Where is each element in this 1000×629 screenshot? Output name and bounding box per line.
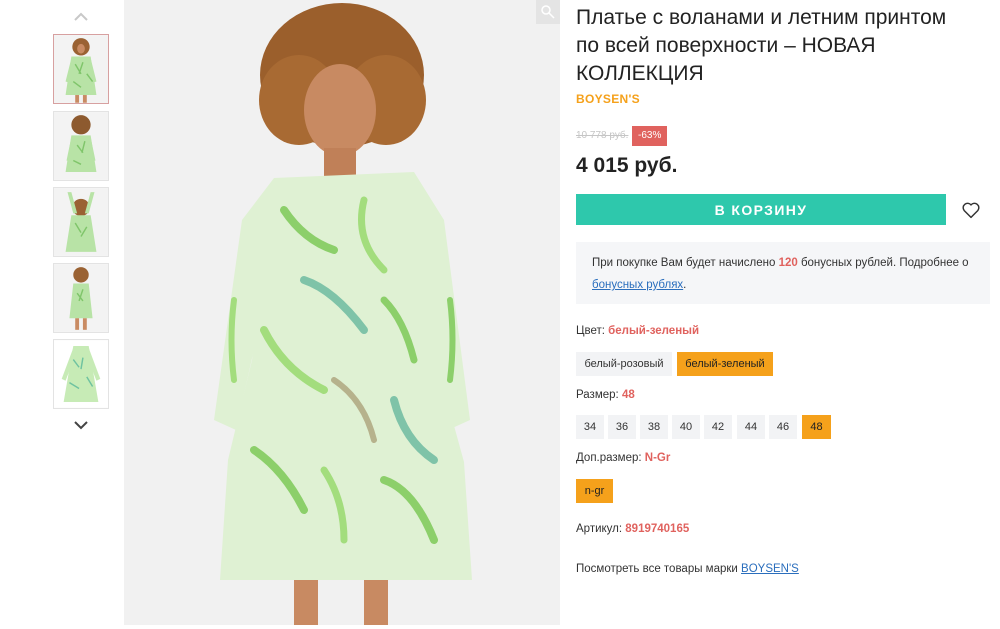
dress-side-image bbox=[54, 264, 108, 332]
heart-icon bbox=[962, 202, 980, 219]
size-option-36[interactable]: 36 bbox=[608, 415, 636, 439]
gallery-up-button[interactable] bbox=[50, 6, 112, 28]
article-value: 8919740165 bbox=[625, 523, 690, 535]
gallery-down-button[interactable] bbox=[50, 414, 112, 436]
extra-size-label: Доп.размер: bbox=[576, 452, 642, 464]
size-option-38[interactable]: 38 bbox=[640, 415, 668, 439]
size-option-46[interactable]: 46 bbox=[769, 415, 797, 439]
main-product-photo[interactable] bbox=[124, 0, 560, 625]
see-all-brand-link[interactable]: BOYSEN'S bbox=[741, 563, 799, 575]
dress-arms-up-image bbox=[54, 188, 108, 256]
dress-back-image bbox=[54, 112, 108, 180]
color-option-white-green[interactable]: белый-зеленый bbox=[677, 352, 773, 376]
size-label-row: Размер: 48 bbox=[576, 389, 635, 401]
extra-size-label-row: Доп.размер: N-Gr bbox=[576, 452, 670, 464]
thumbnail-arms-up[interactable] bbox=[53, 187, 109, 257]
color-label-row: Цвет: белый-зеленый bbox=[576, 325, 699, 337]
magnifier-icon bbox=[536, 0, 560, 24]
bonus-end: . bbox=[683, 279, 687, 291]
thumbnail-flat[interactable] bbox=[53, 339, 109, 409]
article-label: Артикул: bbox=[576, 523, 623, 535]
brand-name[interactable]: BOYSEN'S bbox=[576, 92, 640, 106]
thumbnail-gallery bbox=[50, 0, 112, 629]
old-price: 10 778 руб. bbox=[576, 130, 629, 141]
thumbnail-front[interactable] bbox=[53, 34, 109, 104]
chevron-down-icon bbox=[74, 421, 88, 430]
size-label: Размер: bbox=[576, 389, 619, 401]
bonus-text-after: бонусных рублей. Подробнее о bbox=[797, 257, 969, 269]
size-option-44[interactable]: 44 bbox=[737, 415, 765, 439]
bonus-info: При покупке Вам будет начислено 120 бону… bbox=[576, 242, 990, 304]
bonus-amount: 120 bbox=[778, 257, 798, 269]
dress-front-image bbox=[54, 35, 108, 103]
extra-size-option-n-gr[interactable]: n-gr bbox=[576, 479, 613, 503]
favorite-button[interactable] bbox=[960, 199, 982, 221]
thumbnail-side[interactable] bbox=[53, 263, 109, 333]
dress-flat-image bbox=[54, 340, 108, 408]
product-title: Платье с воланами и летним принтом по вс… bbox=[576, 6, 947, 85]
see-all-brand-row: Посмотреть все товары марки BOYSEN'S bbox=[576, 563, 799, 575]
chevron-up-icon bbox=[74, 12, 88, 21]
size-option-42[interactable]: 42 bbox=[704, 415, 732, 439]
add-to-cart-button[interactable]: В КОРЗИНУ bbox=[576, 194, 946, 225]
size-option-40[interactable]: 40 bbox=[672, 415, 700, 439]
size-option-34[interactable]: 34 bbox=[576, 415, 604, 439]
thumbnail-back[interactable] bbox=[53, 111, 109, 181]
extra-size-value: N-Gr bbox=[644, 452, 671, 464]
color-option-white-pink[interactable]: белый-розовый bbox=[576, 352, 672, 376]
color-label: Цвет: bbox=[576, 325, 605, 337]
see-all-text: Посмотреть все товары марки bbox=[576, 563, 742, 575]
bonus-link[interactable]: бонусных рублях bbox=[592, 279, 683, 291]
bonus-text-before: При покупке Вам будет начислено bbox=[592, 257, 779, 269]
dress-model-image bbox=[124, 0, 560, 625]
current-price: 4 015 руб. bbox=[576, 154, 678, 177]
article-row: Артикул: 8919740165 bbox=[576, 523, 689, 535]
size-value: 48 bbox=[621, 389, 635, 401]
size-option-48[interactable]: 48 bbox=[802, 415, 831, 439]
zoom-button[interactable] bbox=[536, 0, 560, 24]
discount-badge: -63% bbox=[632, 126, 668, 146]
color-value: белый-зеленый bbox=[608, 325, 700, 337]
